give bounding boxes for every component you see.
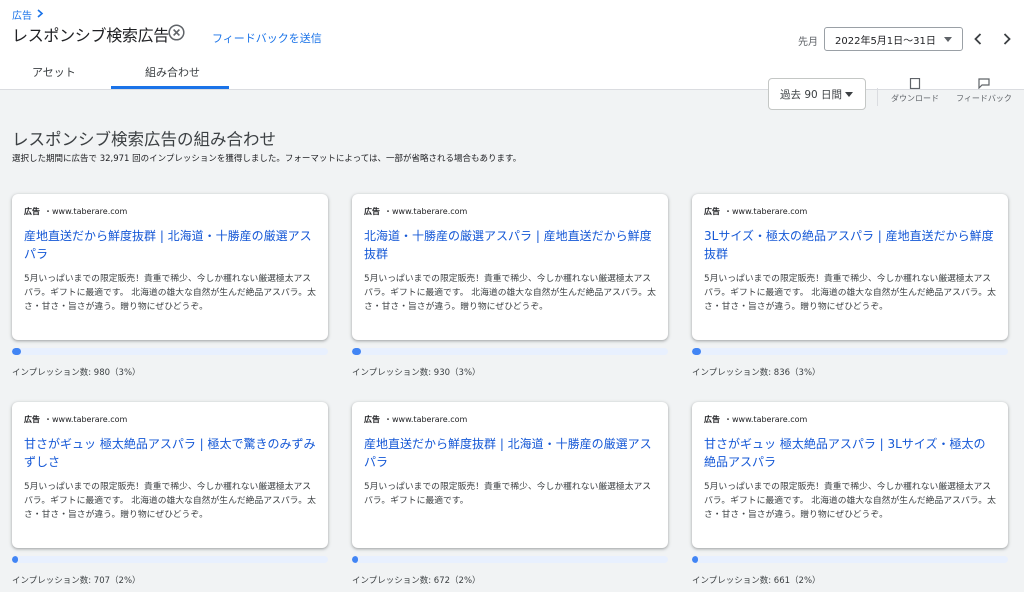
impression-share-bar [12,348,328,355]
section-title: レスポンシブ検索広告の組み合わせ [12,130,276,149]
ad-badge: 広告 [704,415,720,424]
feedback-icon [978,78,990,90]
impressions-label: インプレッション数: 836（3%） [692,368,821,378]
ad-headline[interactable]: 産地直送だから鮮度抜群 | 北海道・十勝産の厳選アスパラ [24,227,316,263]
ad-badge: 広告 [704,207,720,216]
time-range-value: 過去 90 日間 [780,88,843,101]
ad-description: 5月いっぱいまでの限定販売！貴重で稀少、今しか穫れない厳選極太アスパラ。ギフトに… [364,482,652,506]
display-url: ・www.taberare.com [384,207,468,216]
impression-share-fill [692,556,699,563]
chevron-left-icon[interactable] [968,29,988,49]
ad-url-line: 広告 ・www.taberare.com [704,414,996,425]
impression-share-fill [12,348,22,355]
impressions-label: インプレッション数: 707（2%） [12,576,141,586]
impression-share-fill [352,348,362,355]
ad-headline[interactable]: 産地直送だから鮮度抜群 | 北海道・十勝産の厳選アスパラ [364,435,656,471]
section-subtitle: 選択した期間に広告で 32,971 回のインプレッションを獲得しました。フォーマ… [12,154,522,164]
impression-share-fill [12,556,19,563]
ad-description: 5月いっぱいまでの限定販売！貴重で稀少、今しか穫れない厳選極太アスパラ。ギフトに… [24,274,316,312]
period-label: 先月 [798,37,818,48]
ad-badge: 広告 [364,207,380,216]
caret-down-icon [944,37,952,42]
close-circle-icon[interactable] [168,24,185,41]
ad-url-line: 広告 ・www.taberare.com [24,414,316,425]
impressions-label: インプレッション数: 980（3%） [12,368,141,378]
ad-preview-card: 広告 ・www.taberare.com 甘さがギュッ 極太絶品アスパラ | 3… [692,402,1008,548]
ad-url-line: 広告 ・www.taberare.com [704,206,996,217]
feedback-button[interactable]: フィードバック [955,78,1013,104]
impression-share-bar [352,556,668,563]
impression-share-bar [352,348,668,355]
ad-badge: 広告 [364,415,380,424]
tab-selected-indicator [111,86,229,89]
impression-share-fill [352,556,359,563]
display-url: ・www.taberare.com [44,207,128,216]
ad-url-line: 広告 ・www.taberare.com [364,206,656,217]
top-bar: 広告 レスポンシブ検索広告 フィードバックを送信 先月 2022年5月1日～31… [0,0,1024,90]
chevron-right-icon [36,8,44,21]
impression-share-bar [692,348,1008,355]
display-url: ・www.taberare.com [724,415,808,424]
download-button[interactable]: ダウンロード [890,77,940,104]
breadcrumb[interactable]: 広告 [12,7,44,22]
download-icon [909,77,921,90]
ad-badge: 広告 [24,207,40,216]
impression-share-bar [692,556,1008,563]
ad-headline[interactable]: 3Lサイズ・極太の絶品アスパラ | 産地直送だから鮮度抜群 [704,227,996,263]
time-range-select[interactable]: 過去 90 日間 [768,78,866,110]
ad-url-line: 広告 ・www.taberare.com [24,206,316,217]
impressions-label: インプレッション数: 661（2%） [692,576,821,586]
feedback-label: フィードバック [956,94,1012,103]
tab-combinations[interactable]: 組み合わせ [145,64,200,80]
ad-url-line: 広告 ・www.taberare.com [364,414,656,425]
caret-down-icon [845,92,853,97]
ad-description: 5月いっぱいまでの限定販売！貴重で稀少、今しか穫れない厳選極太アスパラ。ギフトに… [704,482,996,520]
ad-headline[interactable]: 北海道・十勝産の厳選アスパラ | 産地直送だから鮮度抜群 [364,227,656,263]
ad-preview-card: 広告 ・www.taberare.com 3Lサイズ・極太の絶品アスパラ | 産… [692,194,1008,340]
impression-share-bar [12,556,328,563]
date-range-select[interactable]: 2022年5月1日～31日 [824,27,963,51]
ad-headline[interactable]: 甘さがギュッ 極太絶品アスパラ | 極太で驚きのみずみずしさ [24,435,316,471]
tab-assets[interactable]: アセット [32,64,76,80]
toolbar-divider [877,88,878,106]
page-title: レスポンシブ検索広告 [12,26,170,45]
ad-headline[interactable]: 甘さがギュッ 極太絶品アスパラ | 3Lサイズ・極太の絶品アスパラ [704,435,996,471]
display-url: ・www.taberare.com [44,415,128,424]
impressions-label: インプレッション数: 672（2%） [352,576,481,586]
display-url: ・www.taberare.com [384,415,468,424]
ad-preview-card: 広告 ・www.taberare.com 北海道・十勝産の厳選アスパラ | 産地… [352,194,668,340]
send-feedback-link[interactable]: フィードバックを送信 [212,30,322,46]
download-label: ダウンロード [891,94,939,103]
impressions-label: インプレッション数: 930（3%） [352,368,481,378]
date-range-value: 2022年5月1日～31日 [835,35,936,47]
ad-description: 5月いっぱいまでの限定販売！貴重で稀少、今しか穫れない厳選極太アスパラ。ギフトに… [704,274,996,312]
ad-description: 5月いっぱいまでの限定販売！貴重で稀少、今しか穫れない厳選極太アスパラ。ギフトに… [364,274,656,312]
breadcrumb-ads-link[interactable]: 広告 [12,7,32,22]
ad-preview-card: 広告 ・www.taberare.com 甘さがギュッ 極太絶品アスパラ | 極… [12,402,328,548]
ad-description: 5月いっぱいまでの限定販売！貴重で稀少、今しか穫れない厳選極太アスパラ。ギフトに… [24,482,316,520]
ad-preview-card: 広告 ・www.taberare.com 産地直送だから鮮度抜群 | 北海道・十… [12,194,328,340]
ad-badge: 広告 [24,415,40,424]
ad-preview-card: 広告 ・www.taberare.com 産地直送だから鮮度抜群 | 北海道・十… [352,402,668,548]
display-url: ・www.taberare.com [724,207,808,216]
impression-share-fill [692,348,702,355]
chevron-right-icon[interactable] [997,29,1017,49]
